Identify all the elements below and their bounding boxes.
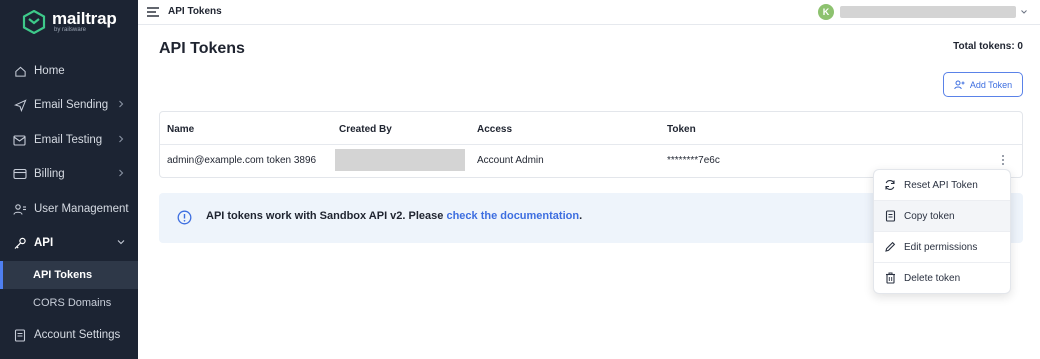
- sidebar-item-billing[interactable]: Billing: [0, 160, 138, 188]
- sidebar-item-label: Email Sending: [34, 99, 109, 111]
- token-actions-menu: Reset API Token Copy token Edit permissi…: [873, 169, 1011, 294]
- row-actions-kebab-icon[interactable]: [998, 153, 1008, 167]
- sidebar-item-email-sending[interactable]: Email Sending: [0, 91, 138, 119]
- sidebar-item-label: Home: [34, 65, 65, 77]
- chevron-right-icon: [119, 169, 124, 177]
- breadcrumb: API Tokens: [168, 6, 222, 17]
- chevron-right-icon: [119, 135, 124, 143]
- refresh-icon: [884, 179, 896, 191]
- sidebar-item-home[interactable]: Home: [0, 57, 138, 85]
- send-icon: [13, 98, 27, 112]
- sidebar-item-api[interactable]: API: [0, 229, 138, 257]
- key-icon: [13, 236, 27, 250]
- menu-item-label: Delete token: [904, 272, 961, 284]
- logo[interactable]: mailtrap by railsware: [22, 10, 117, 34]
- mailtrap-logo-icon: [22, 10, 46, 34]
- menu-item-label: Copy token: [904, 210, 955, 222]
- mail-test-icon: [13, 133, 27, 147]
- menu-item-copy-token[interactable]: Copy token: [874, 201, 1010, 231]
- info-suffix: .: [579, 210, 583, 222]
- sidebar-item-label: CORS Domains: [33, 297, 112, 309]
- add-user-icon: [954, 80, 965, 89]
- settings-doc-icon: [13, 328, 27, 342]
- info-icon: [177, 210, 192, 225]
- users-icon: [13, 202, 27, 216]
- avatar[interactable]: K: [818, 4, 834, 20]
- chevron-down-icon[interactable]: [1020, 8, 1028, 16]
- token-cell: ********7e6c: [667, 155, 720, 166]
- sidebar-item-label: User Management: [34, 203, 129, 215]
- sidebar-item-user-management[interactable]: User Management: [0, 195, 138, 223]
- billing-card-icon: [13, 167, 27, 181]
- menu-item-label: Edit permissions: [904, 241, 978, 253]
- sidebar-subitem-cors-domains[interactable]: CORS Domains: [0, 289, 138, 317]
- hamburger-menu-icon[interactable]: [147, 7, 159, 17]
- document-icon: [884, 210, 896, 222]
- user-name-redacted[interactable]: [840, 6, 1016, 18]
- documentation-link[interactable]: check the documentation: [446, 210, 579, 222]
- sidebar-item-label: Account Settings: [34, 329, 121, 341]
- menu-item-reset-api-token[interactable]: Reset API Token: [874, 170, 1010, 200]
- total-tokens-count: Total tokens: 0: [953, 41, 1023, 52]
- top-bar: API Tokens K: [138, 0, 1040, 25]
- pencil-icon: [884, 241, 896, 253]
- sidebar-item-email-testing[interactable]: Email Testing: [0, 126, 138, 154]
- column-header-name: Name: [167, 124, 195, 135]
- tokens-table: Name Created By Access Token admin@examp…: [159, 111, 1023, 178]
- column-header-access: Access: [477, 124, 513, 135]
- home-icon: [13, 64, 27, 78]
- add-token-button[interactable]: Add Token: [943, 72, 1023, 97]
- add-token-label: Add Token: [969, 79, 1013, 90]
- sidebar-item-label: API Tokens: [33, 269, 93, 281]
- sidebar-item-account-settings[interactable]: Account Settings: [0, 321, 138, 349]
- sidebar-item-label: Billing: [34, 168, 65, 180]
- menu-item-delete-token[interactable]: Delete token: [874, 263, 1010, 293]
- table-divider: [160, 144, 1022, 145]
- chevron-down-icon: [117, 240, 125, 245]
- column-header-created-by: Created By: [339, 124, 392, 135]
- token-name-cell: admin@example.com token 3896: [167, 155, 317, 166]
- sidebar-item-label: API: [34, 237, 54, 249]
- page-title: API Tokens: [159, 40, 245, 57]
- access-cell: Account Admin: [477, 155, 544, 166]
- trash-icon: [884, 272, 896, 284]
- created-by-redacted-cell: [335, 149, 465, 171]
- logo-title: mailtrap: [52, 8, 117, 28]
- menu-item-edit-permissions[interactable]: Edit permissions: [874, 232, 1010, 262]
- info-message: API tokens work with Sandbox API v2. Ple…: [206, 210, 582, 222]
- logo-subtitle: by railsware: [54, 26, 87, 33]
- sidebar: mailtrap by railsware Home Email Sending…: [0, 0, 138, 359]
- menu-item-label: Reset API Token: [904, 179, 978, 191]
- sidebar-subitem-api-tokens[interactable]: API Tokens: [0, 261, 138, 289]
- sidebar-item-label: Email Testing: [34, 134, 103, 146]
- column-header-token: Token: [667, 124, 696, 135]
- chevron-right-icon: [119, 100, 124, 108]
- info-text: API tokens work with Sandbox API v2. Ple…: [206, 210, 447, 222]
